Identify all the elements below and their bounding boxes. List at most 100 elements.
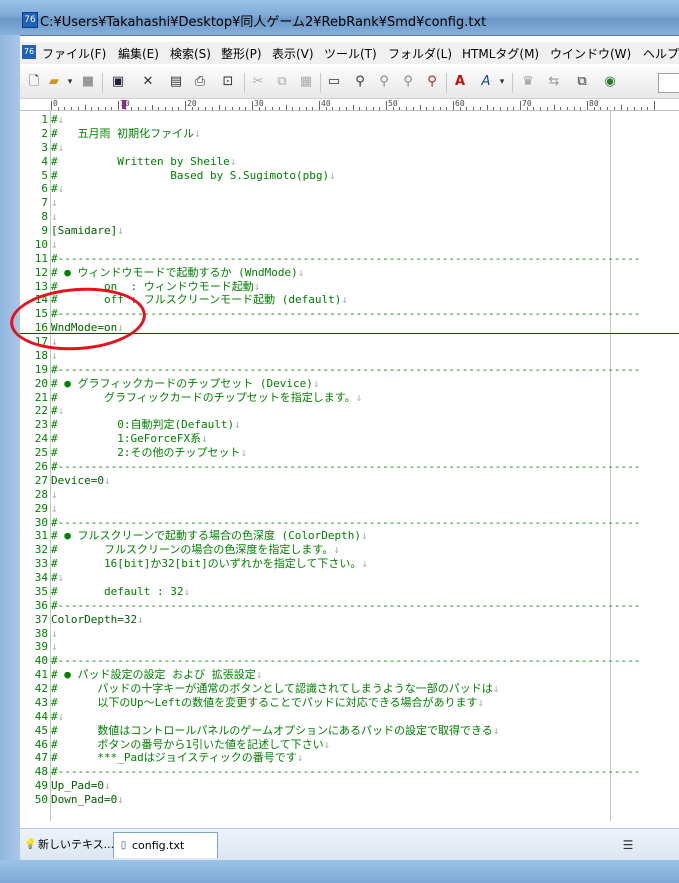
line-number: 21 <box>34 390 48 404</box>
menu-view[interactable]: 表示(V) <box>272 45 314 62</box>
text-line[interactable]: ↓ <box>51 488 58 502</box>
ruler-tick <box>386 101 387 110</box>
text-line[interactable]: #---------------------------------------… <box>51 252 640 266</box>
ruler-tick <box>298 107 300 110</box>
text-line[interactable]: ↓ <box>51 238 58 252</box>
open-icon[interactable]: ▰ <box>46 74 62 90</box>
text-line[interactable]: # Based by S.Sugimoto(pbg)↓ <box>51 169 336 183</box>
ruler-tick <box>352 105 354 110</box>
window-title: C:¥Users¥Takahashi¥Desktop¥同人ゲーム2¥RebRan… <box>40 15 487 30</box>
text-line[interactable]: #↓ <box>51 141 64 155</box>
text-line[interactable]: #↓ <box>51 182 64 196</box>
paste-icon[interactable]: ▦ <box>298 74 314 90</box>
tab-config-txt[interactable]: ▯ config.txt <box>113 832 218 858</box>
close-x-icon[interactable]: ✕ <box>140 74 156 90</box>
title-bar[interactable]: 76 C:¥Users¥Takahashi¥Desktop¥同人ゲーム2¥Reb… <box>0 0 679 36</box>
line-text: ColorDepth=32 <box>51 612 138 626</box>
text-line[interactable]: # フルスクリーンの場合の色深度を指定します。↓ <box>51 543 340 557</box>
tab-new-text[interactable]: 💡 新しいテキス... <box>20 832 114 857</box>
text-line[interactable]: # 0:自動判定(Default)↓ <box>51 418 241 432</box>
text-line[interactable]: # 2:その他のチップセット↓ <box>51 446 247 460</box>
find-icon[interactable]: ⚲ <box>352 74 368 90</box>
text-line[interactable]: ColorDepth=32↓ <box>51 613 144 627</box>
browser-icon[interactable]: ⧉ <box>574 74 590 90</box>
menu-html-tag[interactable]: HTMLタグ(M) <box>462 45 539 62</box>
menu-edit[interactable]: 編集(E) <box>118 45 159 62</box>
text-line[interactable]: # 数値はコントロールパネルのゲームオプションにあるパッドの設定で取得できる↓ <box>51 724 499 738</box>
line-text: # 1:GeForceFX系 <box>51 432 202 446</box>
text-line[interactable]: Up_Pad=0↓ <box>51 779 111 793</box>
toolbar-search-input[interactable] <box>658 73 679 93</box>
text-line[interactable]: ↓ <box>51 349 58 363</box>
menu-format[interactable]: 整形(P) <box>221 45 262 62</box>
text-line[interactable]: ↓ <box>51 640 58 654</box>
menu-tools[interactable]: ツール(T) <box>324 45 377 62</box>
ruler-tick <box>546 107 548 110</box>
text-line[interactable]: #---------------------------------------… <box>51 599 640 613</box>
menu-help[interactable]: ヘルプ <box>643 45 679 62</box>
dropdown-icon[interactable]: ▾ <box>494 74 510 90</box>
crown-icon[interactable]: ♛ <box>520 74 536 90</box>
text-line[interactable]: #↓ <box>51 404 64 418</box>
text-line[interactable]: #---------------------------------------… <box>51 516 640 530</box>
text-line[interactable]: Down_Pad=0↓ <box>51 793 124 807</box>
text-editor[interactable]: 1 #↓ 2 # 五月雨 初期化ファイル↓ 3 #↓ 4 # Written by Sheil… <box>20 111 679 821</box>
text-line[interactable]: # パッドの十字キーが通常のボタンとして認識されてしまうような一部のパッドは↓ <box>51 682 499 696</box>
text-line[interactable]: #---------------------------------------… <box>51 765 640 779</box>
cut-icon[interactable]: ✂ <box>250 74 266 90</box>
lock-icon[interactable]: ⊡ <box>220 74 236 90</box>
print-preview-icon[interactable]: ▤ <box>168 74 184 90</box>
text-line[interactable]: # グラフィックカードのチップセットを指定します。↓ <box>51 391 362 405</box>
text-line[interactable]: # ***_Padはジョイスティックの番号です↓ <box>51 751 303 765</box>
newline-mark: ↓ <box>51 487 58 501</box>
save-gray-icon[interactable]: ■ <box>80 74 96 90</box>
menu-app-icon[interactable]: 76 <box>22 45 36 59</box>
text-line[interactable]: #↓ <box>51 571 64 585</box>
window-icon[interactable]: ▭ <box>326 74 342 90</box>
text-line[interactable]: # Written by Sheile↓ <box>51 155 236 169</box>
copy-icon[interactable]: ⧉ <box>274 74 290 90</box>
text-line[interactable]: ↓ <box>51 210 58 224</box>
text-line[interactable]: ↓ <box>51 627 58 641</box>
new-icon[interactable]: 🗋 <box>26 74 42 90</box>
newline-mark: ↓ <box>329 168 336 182</box>
find-prev-icon[interactable]: ⚲ <box>376 74 392 90</box>
dropdown-icon[interactable]: ▾ <box>62 74 78 90</box>
text-line[interactable]: # ボタンの番号から1引いた値を記述して下さい↓ <box>51 738 330 752</box>
text-line[interactable]: ↓ <box>51 196 58 210</box>
text-line[interactable]: #---------------------------------------… <box>51 363 640 377</box>
app-icon[interactable]: 76 <box>22 12 38 28</box>
font-icon[interactable]: A <box>452 74 468 90</box>
print-icon[interactable]: ⎙ <box>192 74 208 90</box>
text-line[interactable]: # ● フルスクリーンで起動する場合の色深度 (ColorDepth)↓ <box>51 529 368 543</box>
menu-window[interactable]: ウインドウ(W) <box>550 45 631 62</box>
compare-icon[interactable]: ⇆ <box>546 74 562 90</box>
text-line[interactable]: ↓ <box>51 502 58 516</box>
menu-search[interactable]: 検索(S) <box>170 45 211 62</box>
text-line[interactable]: [Samidare]↓ <box>51 224 124 238</box>
find-next-icon[interactable]: ⚲ <box>400 74 416 90</box>
save-icon[interactable]: ▣ <box>110 74 126 90</box>
tab-menu-icon[interactable]: ☰ <box>620 838 636 852</box>
text-line[interactable]: # default : 32↓ <box>51 585 190 599</box>
color-icon[interactable]: A <box>478 74 494 90</box>
menu-folder[interactable]: フォルダ(L) <box>388 45 452 62</box>
text-line[interactable]: #---------------------------------------… <box>51 654 640 668</box>
text-line[interactable]: # 五月雨 初期化ファイル↓ <box>51 127 201 141</box>
line-number: 36 <box>34 598 48 612</box>
ruler-tick <box>205 107 207 110</box>
text-line[interactable]: # 16[bit]か32[bit]のいずれかを指定して下さい。↓ <box>51 557 368 571</box>
menu-file[interactable]: ファイル(F) <box>42 45 106 62</box>
replace-icon[interactable]: ⚲ <box>424 74 440 90</box>
text-line[interactable]: # ● パッド設定の設定 および 拡張設定↓ <box>51 668 262 682</box>
text-line[interactable]: # 以下のUp～Leftの数値を変更することでパッドに対応できる場合があります↓ <box>51 696 484 710</box>
text-line[interactable]: #↓ <box>51 710 64 724</box>
text-line[interactable]: # ● グラフィックカードのチップセット (Device)↓ <box>51 377 320 391</box>
text-line[interactable]: #↓ <box>51 113 64 127</box>
text-line[interactable]: # ● ウィンドウモードで起動するか (WndMode)↓ <box>51 266 304 280</box>
text-line[interactable]: Device=0↓ <box>51 474 111 488</box>
globe-icon[interactable]: ◉ <box>602 74 618 90</box>
text-line[interactable]: # 1:GeForceFX系↓ <box>51 432 208 446</box>
text-line[interactable]: #---------------------------------------… <box>51 460 640 474</box>
line-number: 32 <box>34 543 48 557</box>
